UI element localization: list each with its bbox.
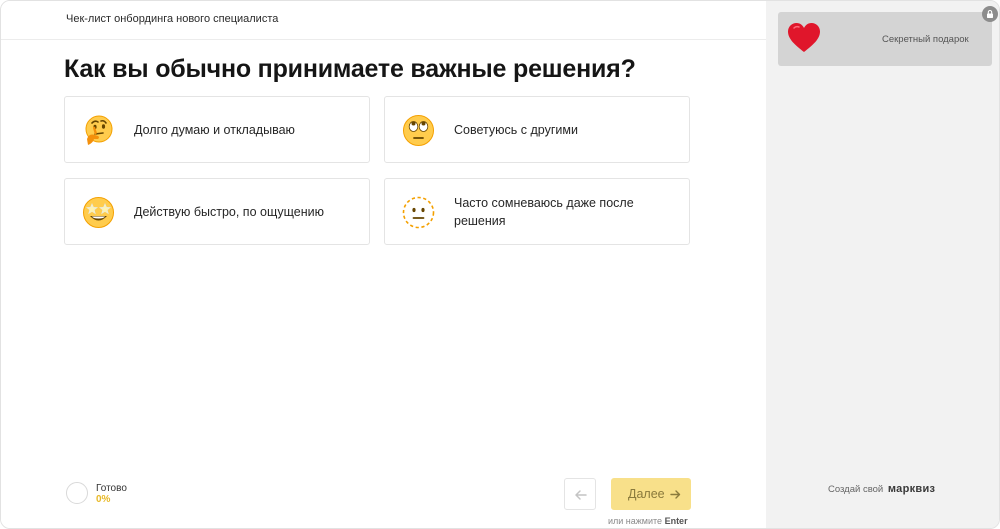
progress-label: Готово [96,483,127,494]
app-frame: Чек-лист онбординга нового специалиста К… [0,0,1000,529]
progress-value: 0% [96,494,111,505]
quiz-title: Чек-лист онбординга нового специалиста [66,13,279,25]
secret-gift-card[interactable]: Секретный подарок [778,12,992,66]
gift-label: Секретный подарок [882,34,969,45]
brand-logo: марквиз [887,483,936,495]
answer-option-2[interactable]: Действую быстро, по ощущению [64,178,370,245]
answer-label: Советуюсь с другими [454,122,578,137]
lock-icon [982,6,998,22]
answer-label: Часто сомневаюсь даже после решения [454,195,634,228]
thinking-face-emoji-icon [82,114,115,147]
sidebar: Секретный подарок Создай свой марквиз [766,1,999,528]
next-button[interactable]: Далее [611,478,691,510]
enter-hint: или нажмите Enter [608,516,688,526]
answer-option-0[interactable]: Долго думаю и откладываю [64,96,370,163]
hint-prefix: или нажмите [608,516,663,526]
dotted-line-face-emoji-icon [402,196,435,229]
hint-key: Enter [664,516,688,526]
answer-option-1[interactable]: Советуюсь с другими [384,96,690,163]
next-button-label: Далее [628,487,665,501]
answer-option-3[interactable]: Часто сомневаюсь даже после решения [384,178,690,245]
star-struck-emoji-icon [82,196,115,229]
answer-label: Действую быстро, по ощущению [134,204,324,219]
heart-icon [787,22,821,59]
brand-link[interactable]: Создай свой марквиз [828,483,935,495]
progress-ring [66,482,88,504]
brand-prefix: Создай свой [828,484,884,495]
question-heading: Как вы обычно принимаете важные решения? [64,55,636,83]
top-bar: Чек-лист онбординга нового специалиста [1,1,766,40]
rolling-eyes-emoji-icon [402,114,435,147]
quiz-main-panel: Чек-лист онбординга нового специалиста К… [1,1,766,528]
answer-label: Долго думаю и откладываю [134,122,295,137]
back-button[interactable] [564,478,596,510]
